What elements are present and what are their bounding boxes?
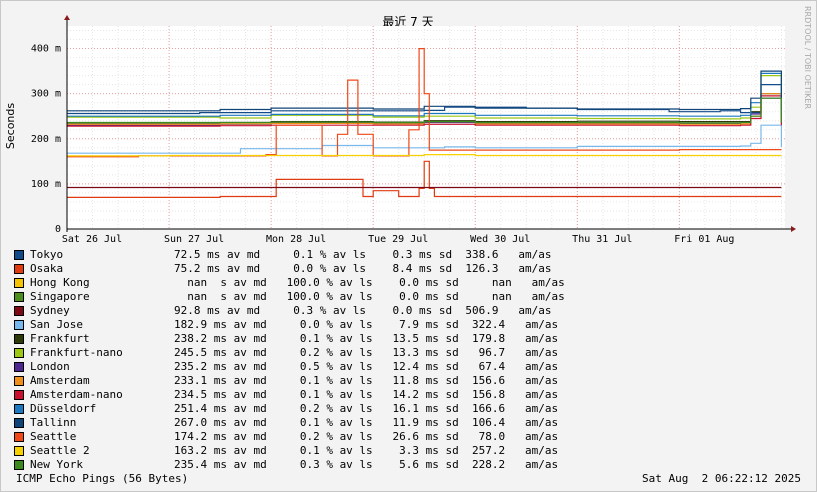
legend-label: Singapore bbox=[30, 290, 90, 303]
legend-label: Frankfurt-nano bbox=[30, 346, 123, 359]
legend-swatch bbox=[14, 376, 24, 386]
x-tick-label: Sun 27 Jul bbox=[164, 234, 224, 245]
legend-stats: 235.2 ms av md 0.5 % av ls 12.4 ms sd 67… bbox=[174, 360, 559, 373]
legend-swatch bbox=[14, 418, 24, 428]
legend-label: New York bbox=[30, 458, 83, 471]
legend-stats: 174.2 ms av md 0.2 % av ls 26.6 ms sd 78… bbox=[174, 430, 559, 443]
legend-stats: nan s av md 100.0 % av ls 0.0 ms sd nan … bbox=[174, 290, 565, 303]
legend-stats: 234.5 ms av md 0.1 % av ls 14.2 ms sd 15… bbox=[174, 388, 559, 401]
legend-swatch bbox=[14, 348, 24, 358]
legend-label: Tallinn bbox=[30, 416, 77, 429]
legend-swatch bbox=[14, 460, 24, 470]
x-tick-label: Tue 29 Jul bbox=[368, 234, 428, 245]
legend-swatch bbox=[14, 278, 24, 288]
legend-label: Sydney bbox=[30, 304, 70, 317]
legend-stats: nan s av md 100.0 % av ls 0.0 ms sd nan … bbox=[174, 276, 565, 289]
legend-stats: 251.4 ms av md 0.2 % av ls 16.1 ms sd 16… bbox=[174, 402, 559, 415]
legend-stats: 245.5 ms av md 0.2 % av ls 13.3 ms sd 96… bbox=[174, 346, 559, 359]
legend-swatch bbox=[14, 264, 24, 274]
x-tick-label: Fri 01 Aug bbox=[674, 234, 734, 245]
legend-label: Seattle 2 bbox=[30, 444, 90, 457]
legend-swatch bbox=[14, 390, 24, 400]
y-axis-label: Seconds bbox=[4, 103, 17, 149]
legend-stats: 163.2 ms av md 0.1 % av ls 3.3 ms sd 257… bbox=[174, 444, 559, 457]
legend-stats: 233.1 ms av md 0.1 % av ls 11.8 ms sd 15… bbox=[174, 374, 559, 387]
legend-stats: 182.9 ms av md 0.0 % av ls 7.9 ms sd 322… bbox=[174, 318, 559, 331]
legend-label: Hong Kong bbox=[30, 276, 90, 289]
legend-stats: 75.2 ms av md 0.0 % av ls 8.4 ms sd 126.… bbox=[174, 262, 552, 275]
legend-label: San Jose bbox=[30, 318, 83, 331]
y-axis-arrow bbox=[64, 15, 70, 20]
legend-label: Amsterdam-nano bbox=[30, 388, 123, 401]
legend-stats: 92.8 ms av md 0.3 % av ls 0.0 ms sd 506.… bbox=[174, 304, 552, 317]
legend-stats: 72.5 ms av md 0.1 % av ls 0.3 ms sd 338.… bbox=[174, 248, 552, 261]
x-tick-label: Wed 30 Jul bbox=[470, 234, 530, 245]
legend-label: Tokyo bbox=[30, 248, 64, 261]
y-tick-label: 300 m bbox=[31, 89, 61, 100]
legend-swatch bbox=[14, 292, 24, 302]
legend-stats: 267.0 ms av md 0.1 % av ls 11.9 ms sd 10… bbox=[174, 416, 559, 429]
legend-swatch bbox=[14, 250, 24, 260]
legend-swatch bbox=[14, 362, 24, 372]
latency-chart: 最近 7 天 Seconds RRDTOOL / TOBI OETIKER 01… bbox=[4, 6, 812, 245]
x-tick-label: Mon 28 Jul bbox=[266, 234, 326, 245]
legend-swatch bbox=[14, 334, 24, 344]
x-tick-label: Sat 26 Jul bbox=[62, 234, 122, 245]
rrdtool-watermark: RRDTOOL / TOBI OETIKER bbox=[803, 6, 812, 109]
legend-label: Amsterdam bbox=[30, 374, 90, 387]
y-tick-label: 200 m bbox=[31, 134, 61, 145]
x-axis-arrow bbox=[791, 226, 796, 232]
y-tick-label: 0 bbox=[55, 224, 61, 235]
y-tick-label: 100 m bbox=[31, 179, 61, 190]
legend-swatch bbox=[14, 320, 24, 330]
legend-stats: 235.4 ms av md 0.3 % av ls 5.6 ms sd 228… bbox=[174, 458, 559, 471]
legend-label: Seattle bbox=[30, 430, 77, 443]
legend-swatch bbox=[14, 404, 24, 414]
legend-stats: 238.2 ms av md 0.1 % av ls 13.5 ms sd 17… bbox=[174, 332, 559, 345]
footer-description: ICMP Echo Pings (56 Bytes) bbox=[16, 472, 189, 485]
legend-label: Osaka bbox=[30, 262, 64, 275]
x-tick-label: Thu 31 Jul bbox=[572, 234, 632, 245]
legend-label: Frankfurt bbox=[30, 332, 90, 345]
plot-area bbox=[67, 26, 785, 229]
footer-timestamp: Sat Aug 2 06:22:12 2025 bbox=[642, 472, 801, 485]
y-tick-label: 400 m bbox=[31, 44, 61, 55]
legend-swatch bbox=[14, 446, 24, 456]
legend-label: London bbox=[30, 360, 70, 373]
legend-swatch bbox=[14, 432, 24, 442]
legend-swatch bbox=[14, 306, 24, 316]
legend-label: Düsseldorf bbox=[30, 402, 97, 415]
